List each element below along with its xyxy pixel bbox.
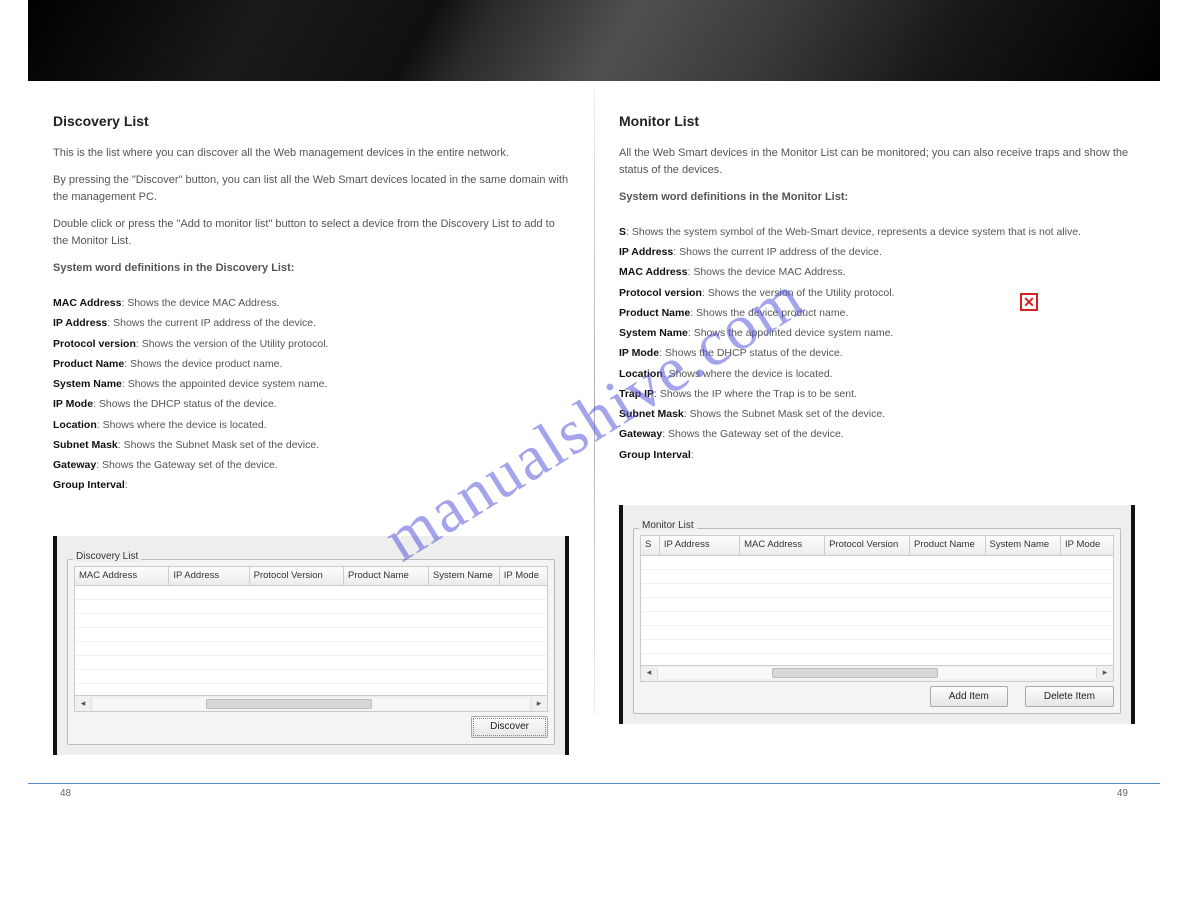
discovery-hscroll[interactable]: ◂ ▸ <box>74 696 548 712</box>
monitor-field-defs: S: Shows the system symbol of the Web-Sm… <box>619 224 1135 463</box>
discovery-instruction: By pressing the "Discover" button, you c… <box>53 172 569 206</box>
scroll-right-icon[interactable]: ▸ <box>531 697 547 711</box>
discovery-column-headers[interactable]: MAC Address IP Address Protocol Version … <box>74 566 548 587</box>
page-number-left: 48 <box>60 788 71 799</box>
col-ip-address[interactable]: IP Address <box>169 567 249 586</box>
col-system-name[interactable]: System Name <box>429 567 500 586</box>
column-divider <box>594 89 595 715</box>
monitor-column-headers[interactable]: S IP Address MAC Address Protocol Versio… <box>640 535 1114 556</box>
not-alive-icon: ✕ <box>1020 293 1038 311</box>
discovery-rows[interactable] <box>74 586 548 696</box>
discovery-instruction2: Double click or press the "Add to monito… <box>53 216 569 250</box>
col-mac-address[interactable]: MAC Address <box>75 567 169 586</box>
monitor-heading: Monitor List <box>619 111 1135 133</box>
discovery-panel-label: Discovery List <box>73 551 141 562</box>
col-protocol-version[interactable]: Protocol Version <box>250 567 344 586</box>
scroll-thumb[interactable] <box>772 668 938 678</box>
monitor-rows[interactable] <box>640 556 1114 666</box>
discovery-intro: This is the list where you can discover … <box>53 145 569 162</box>
monitor-panel: Monitor List S IP Address MAC Address Pr… <box>619 505 1135 724</box>
left-column: Discovery List This is the list where yo… <box>28 111 594 755</box>
col-ip-mode[interactable]: IP Mode <box>1061 536 1113 555</box>
scroll-left-icon[interactable]: ◂ <box>641 666 657 680</box>
delete-item-button[interactable]: Delete Item <box>1025 686 1114 708</box>
col-ip-address[interactable]: IP Address <box>660 536 740 555</box>
col-mac-address[interactable]: MAC Address <box>740 536 825 555</box>
scroll-right-icon[interactable]: ▸ <box>1097 666 1113 680</box>
page-header-banner <box>28 0 1160 81</box>
monitor-defs-title: System word definitions in the Monitor L… <box>619 189 1135 206</box>
discover-button[interactable]: Discover <box>471 716 548 738</box>
discovery-defs-title: System word definitions in the Discovery… <box>53 260 569 277</box>
discovery-heading: Discovery List <box>53 111 569 133</box>
scroll-left-icon[interactable]: ◂ <box>75 697 91 711</box>
monitor-panel-label: Monitor List <box>639 520 697 531</box>
right-column: Monitor List All the Web Smart devices i… <box>594 111 1160 755</box>
col-ip-mode[interactable]: IP Mode <box>500 567 547 586</box>
col-product-name[interactable]: Product Name <box>910 536 986 555</box>
col-system-name[interactable]: System Name <box>986 536 1062 555</box>
discovery-field-defs: MAC Address: Shows the device MAC Addres… <box>53 295 569 494</box>
scroll-thumb[interactable] <box>206 699 372 709</box>
monitor-intro: All the Web Smart devices in the Monitor… <box>619 145 1135 179</box>
add-item-button[interactable]: Add Item <box>930 686 1008 708</box>
discovery-panel: Discovery List MAC Address IP Address Pr… <box>53 536 569 755</box>
col-protocol-version[interactable]: Protocol Version <box>825 536 910 555</box>
monitor-hscroll[interactable]: ◂ ▸ <box>640 666 1114 682</box>
page-number-right: 49 <box>1117 788 1128 799</box>
col-product-name[interactable]: Product Name <box>344 567 429 586</box>
col-s[interactable]: S <box>641 536 660 555</box>
